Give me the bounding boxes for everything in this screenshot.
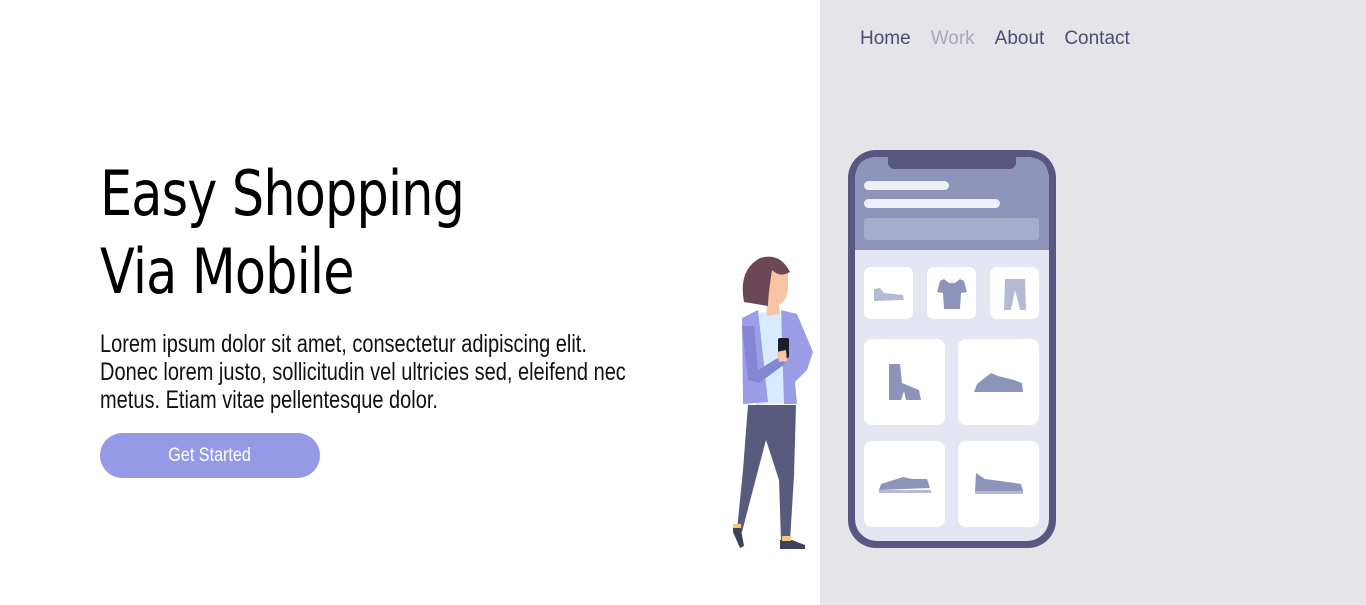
- sneaker-icon: [958, 339, 1039, 425]
- nav-about[interactable]: About: [995, 28, 1045, 50]
- shopping-illustration: [733, 150, 1056, 549]
- hero-title-line-1: Easy Shopping: [100, 157, 465, 230]
- get-started-button[interactable]: Get Started: [100, 433, 320, 478]
- nav-work[interactable]: Work: [931, 28, 975, 50]
- sneaker-icon: [864, 441, 945, 527]
- flat-shoe-icon: [864, 267, 913, 319]
- main-nav: Home Work About Contact: [860, 28, 1130, 50]
- hero-title-line-2: Via Mobile: [100, 235, 354, 308]
- sneaker-icon: [958, 441, 1039, 527]
- woman-figure: [733, 256, 813, 549]
- get-started-label: Get Started: [168, 444, 252, 466]
- pants-icon: [990, 267, 1039, 319]
- nav-home[interactable]: Home: [860, 28, 911, 50]
- tshirt-icon: [927, 267, 976, 319]
- boot-icon: [864, 339, 945, 425]
- hero-title: Easy Shopping Via Mobile: [100, 155, 465, 311]
- hero-description: Lorem ipsum dolor sit amet, consectetur …: [100, 330, 626, 414]
- nav-contact[interactable]: Contact: [1064, 28, 1129, 50]
